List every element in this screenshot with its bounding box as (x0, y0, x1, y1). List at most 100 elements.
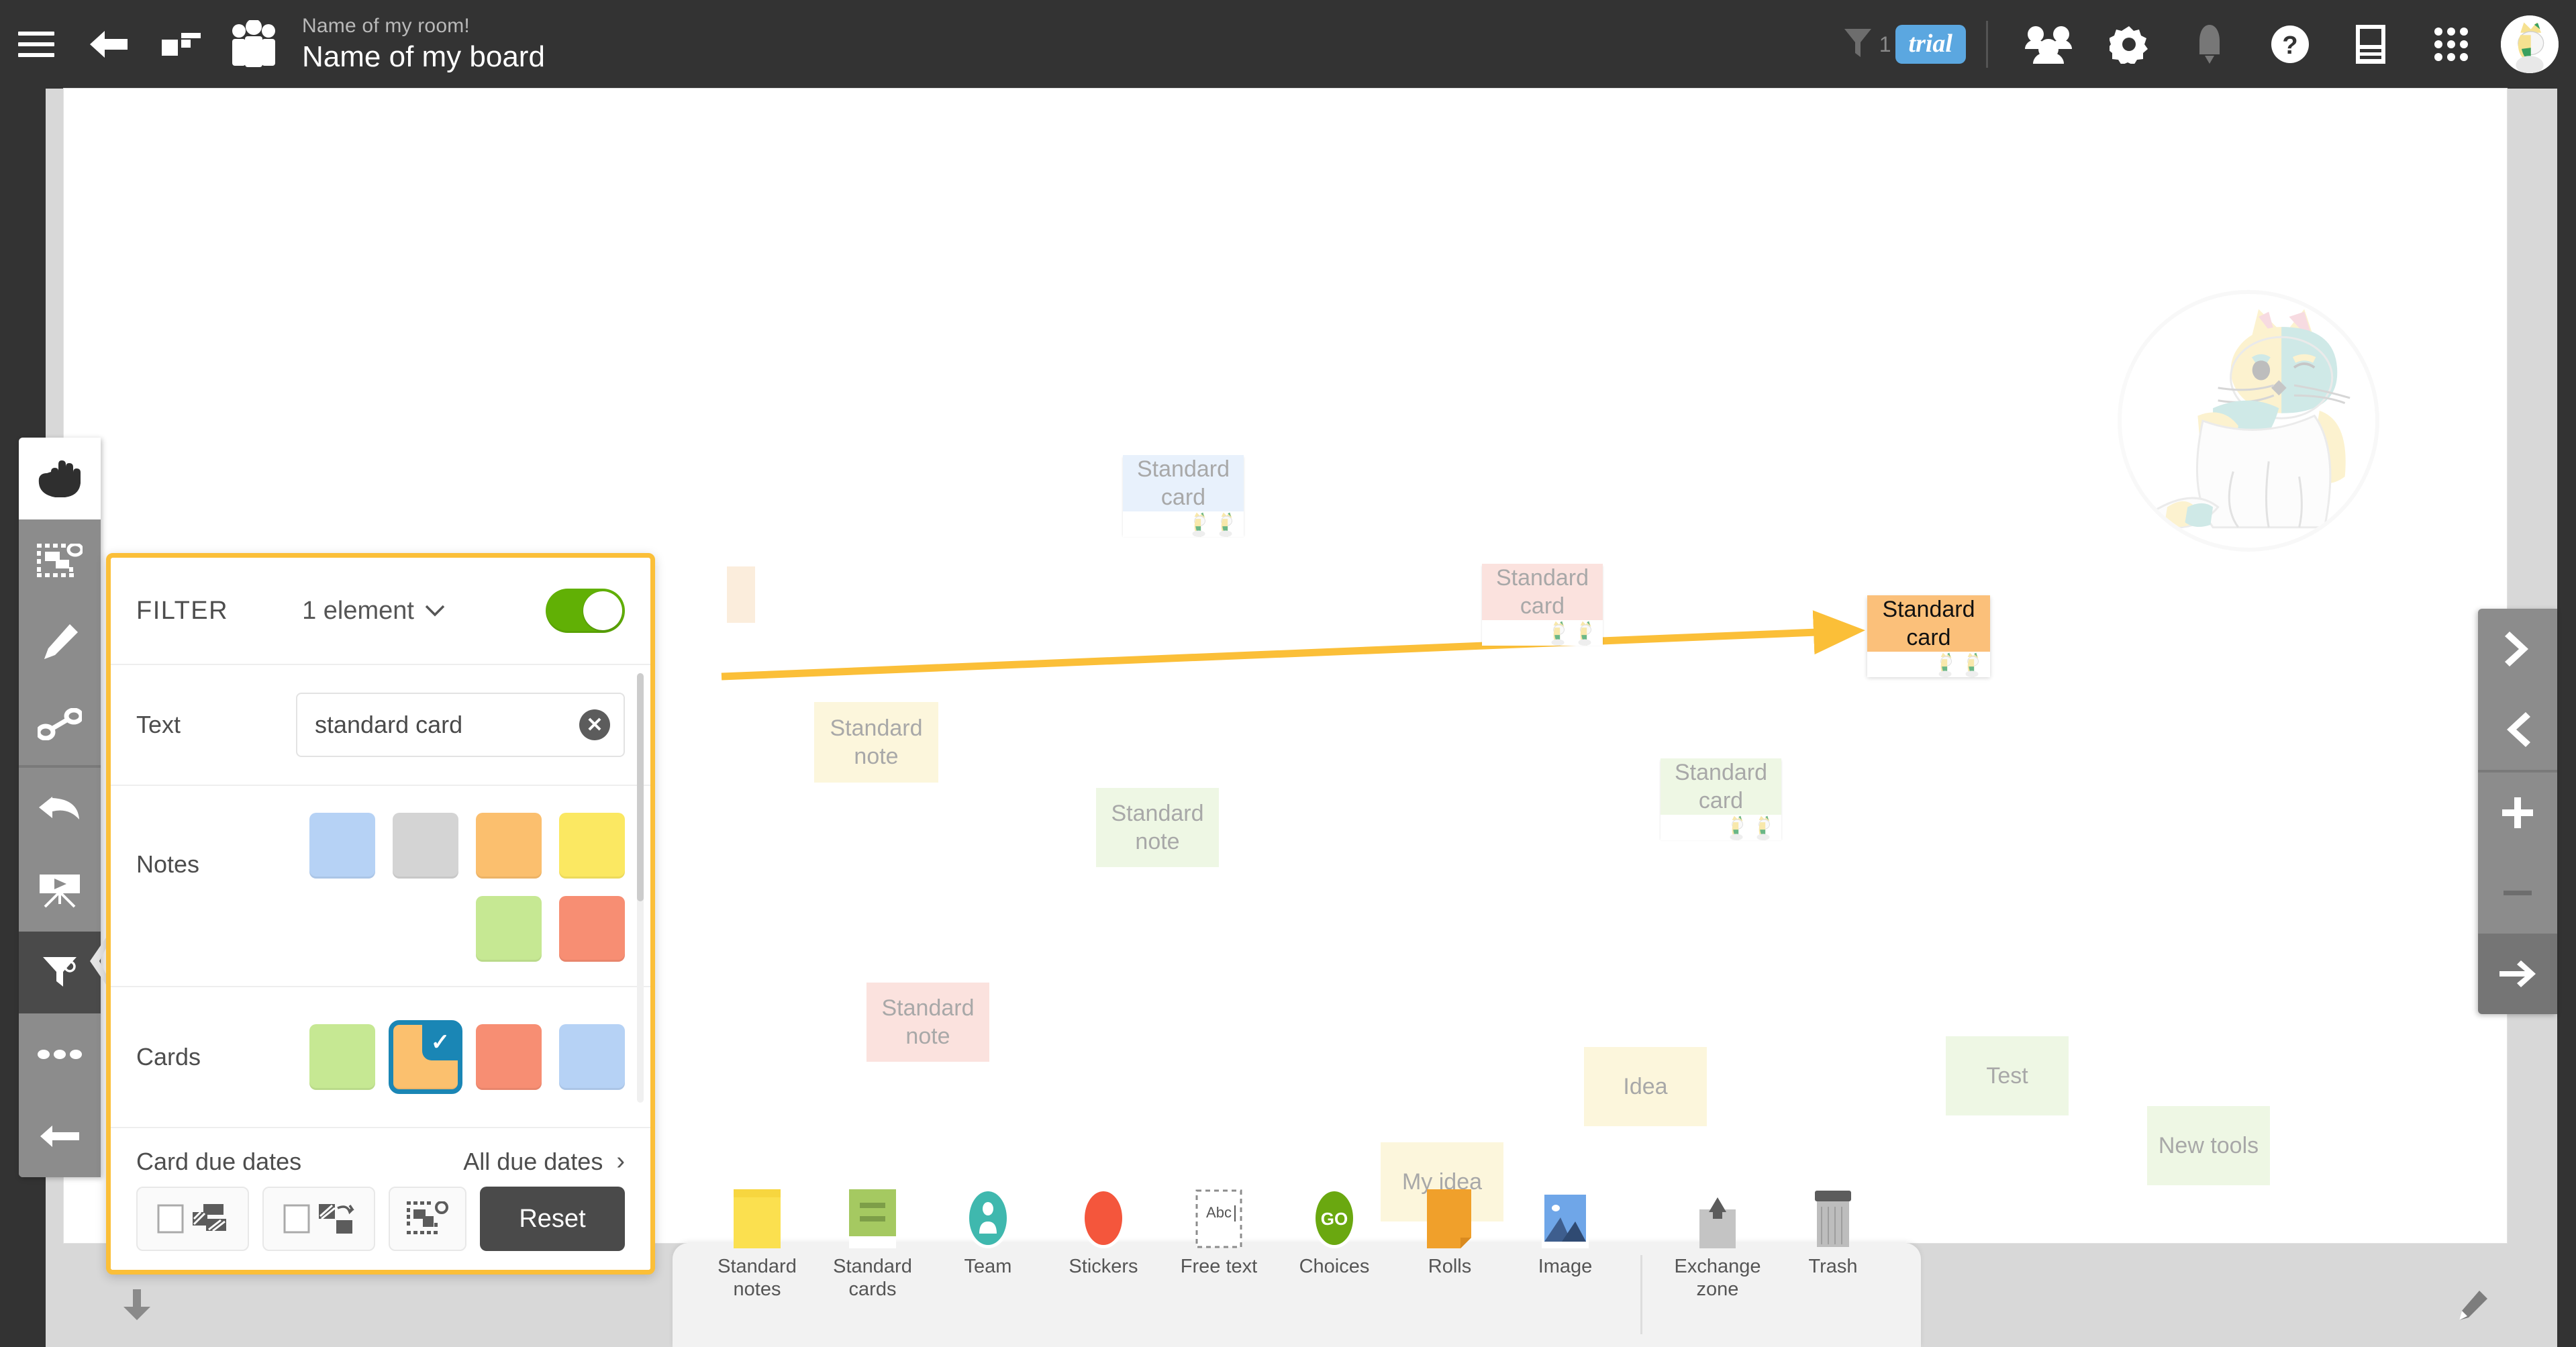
standard-cards-label: Standard cards (833, 1256, 912, 1300)
filter-element-count-dropdown[interactable]: 1 element (228, 597, 519, 626)
connector-arrow[interactable] (721, 610, 1876, 706)
roll-icon (1427, 1189, 1471, 1248)
clear-text-button[interactable]: ✕ (579, 709, 610, 740)
tool-presentation[interactable] (19, 850, 101, 932)
team-icon (963, 1185, 1013, 1250)
user-avatar[interactable] (2501, 15, 2559, 73)
participants-button[interactable] (2008, 0, 2089, 89)
reset-button[interactable]: Reset (480, 1187, 625, 1251)
free-text-label: Free text (1180, 1256, 1258, 1277)
bottom-tool-standard-notes[interactable]: Standard notes (699, 1189, 815, 1301)
hide-filtered-button[interactable] (136, 1187, 249, 1251)
notes-color-swatches (276, 813, 625, 962)
standard-card-orange-match[interactable]: Standard card (1867, 595, 1990, 677)
stickers-label: Stickers (1069, 1256, 1138, 1277)
note-new-tools[interactable]: New tools (2147, 1106, 2270, 1185)
help-button[interactable]: ? (2250, 0, 2330, 89)
cards-color-swatch-2[interactable] (476, 1024, 542, 1090)
standard-notes-icon (731, 1185, 783, 1250)
choices-go-icon: GO (1312, 1188, 1356, 1248)
filter-panel[interactable]: FILTER 1 element Text standard card ✕ No… (106, 553, 655, 1275)
nav-zoom-out[interactable] (2478, 853, 2557, 934)
notes-color-swatch-0[interactable] (309, 813, 375, 879)
notes-color-swatch-5[interactable] (559, 896, 625, 962)
bottom-tool-free-text[interactable]: Abc Free text (1161, 1189, 1277, 1278)
library-button[interactable] (2330, 0, 2411, 89)
trial-badge[interactable]: trial (1895, 25, 1966, 64)
note-test[interactable]: Test (1946, 1036, 2069, 1115)
cards-color-swatch-1[interactable]: ✓ (389, 1020, 462, 1094)
tool-pen[interactable] (19, 601, 101, 683)
filter-text-input[interactable]: standard card ✕ (296, 693, 625, 757)
bottom-tool-rolls[interactable]: Rolls (1392, 1189, 1507, 1278)
nav-previous[interactable] (2478, 689, 2557, 770)
plus-icon (2502, 797, 2533, 828)
nav-zoom-in[interactable] (2478, 772, 2557, 853)
layout-button[interactable] (145, 0, 217, 89)
room-members-icon-button[interactable] (217, 0, 290, 89)
right-rail (2557, 89, 2576, 1347)
notes-color-swatch-4[interactable] (476, 896, 542, 962)
bottom-tool-team[interactable]: Team (930, 1188, 1046, 1278)
nav-forward[interactable] (2478, 934, 2557, 1014)
notes-color-swatch-2[interactable] (476, 813, 542, 879)
bottom-tool-stickers[interactable]: Stickers (1046, 1188, 1161, 1278)
mini-cat-icon (1219, 512, 1232, 537)
notifications-button[interactable] (2169, 0, 2250, 89)
notes-color-swatch-1[interactable] (393, 813, 458, 879)
settings-button[interactable] (2089, 0, 2169, 89)
annotate-button[interactable] (2457, 1289, 2489, 1321)
bottom-tool-image[interactable]: Image (1507, 1189, 1623, 1278)
note-idea[interactable]: Idea (1584, 1047, 1707, 1126)
standard-note-green[interactable]: Standard note (1096, 788, 1219, 867)
board-title-group[interactable]: Name of my room! Name of my board (302, 13, 545, 75)
standard-cards-icon (846, 1185, 899, 1250)
select-filtered-button[interactable] (389, 1187, 466, 1251)
workspace: Standard card Standard card Standard card S… (0, 89, 2576, 1347)
filter-enable-toggle[interactable] (546, 589, 625, 633)
back-button[interactable] (72, 0, 145, 89)
check-icon: ✓ (422, 1024, 458, 1060)
chevron-right-icon (2505, 632, 2528, 666)
tool-connector[interactable] (19, 683, 101, 765)
menu-button[interactable] (0, 0, 72, 89)
bottom-tool-trash[interactable]: Trash (1775, 1191, 1891, 1278)
question-mark-icon: ? (2271, 26, 2309, 63)
swap-filtered-button[interactable] (262, 1187, 375, 1251)
filter-card-due-dates-row[interactable]: Card due dates All due dates › (111, 1127, 650, 1172)
apps-grid-button[interactable] (2411, 0, 2491, 89)
tool-more[interactable] (19, 1013, 101, 1095)
standard-note-yellow[interactable]: Standard note (814, 702, 938, 783)
tool-undo[interactable] (19, 768, 101, 850)
filter-funnel-icon (1844, 29, 1871, 57)
mini-cat-icon (1551, 621, 1565, 646)
tool-hand[interactable] (19, 438, 101, 519)
standard-note-orange-hidden[interactable] (727, 566, 755, 623)
gear-icon (2110, 26, 2148, 64)
tool-collapse-left[interactable] (19, 1095, 101, 1177)
bottom-tool-exchange-zone[interactable]: Exchange zone (1660, 1197, 1775, 1301)
filter-scrollbar-thumb[interactable] (637, 673, 644, 901)
cat-avatar-icon (2501, 15, 2559, 73)
bottom-tool-standard-cards[interactable]: Standard cards (815, 1189, 930, 1301)
card-text: Standard card (1123, 455, 1244, 511)
standard-card-green[interactable]: Standard card (1661, 758, 1781, 840)
choices-icon: GO (1309, 1185, 1359, 1250)
filter-status-group[interactable]: 1 (1843, 28, 1891, 61)
standard-note-pink[interactable]: Standard note (866, 983, 989, 1062)
standard-card-blue[interactable]: Standard card (1123, 455, 1244, 537)
bottom-toolbar: Standard notes Standard cards Team Stickers… (673, 1188, 1921, 1347)
nav-next[interactable] (2478, 609, 2557, 689)
scroll-down-button[interactable] (121, 1288, 153, 1321)
standard-card-pink[interactable]: Standard card (1482, 564, 1603, 646)
card-footer (1867, 652, 1990, 677)
header-right-group: 1 trial ? (1843, 0, 2576, 89)
cat-drawing-icon (2150, 309, 2350, 529)
bottom-tool-choices[interactable]: GO Choices (1277, 1188, 1392, 1278)
cards-color-swatch-0[interactable] (309, 1024, 375, 1090)
cards-color-swatch-3[interactable] (559, 1024, 625, 1090)
notes-color-swatch-3[interactable] (559, 813, 625, 879)
tool-select-area[interactable] (19, 519, 101, 601)
right-arrow-icon (2499, 960, 2536, 987)
empty-square-icon (283, 1204, 310, 1234)
